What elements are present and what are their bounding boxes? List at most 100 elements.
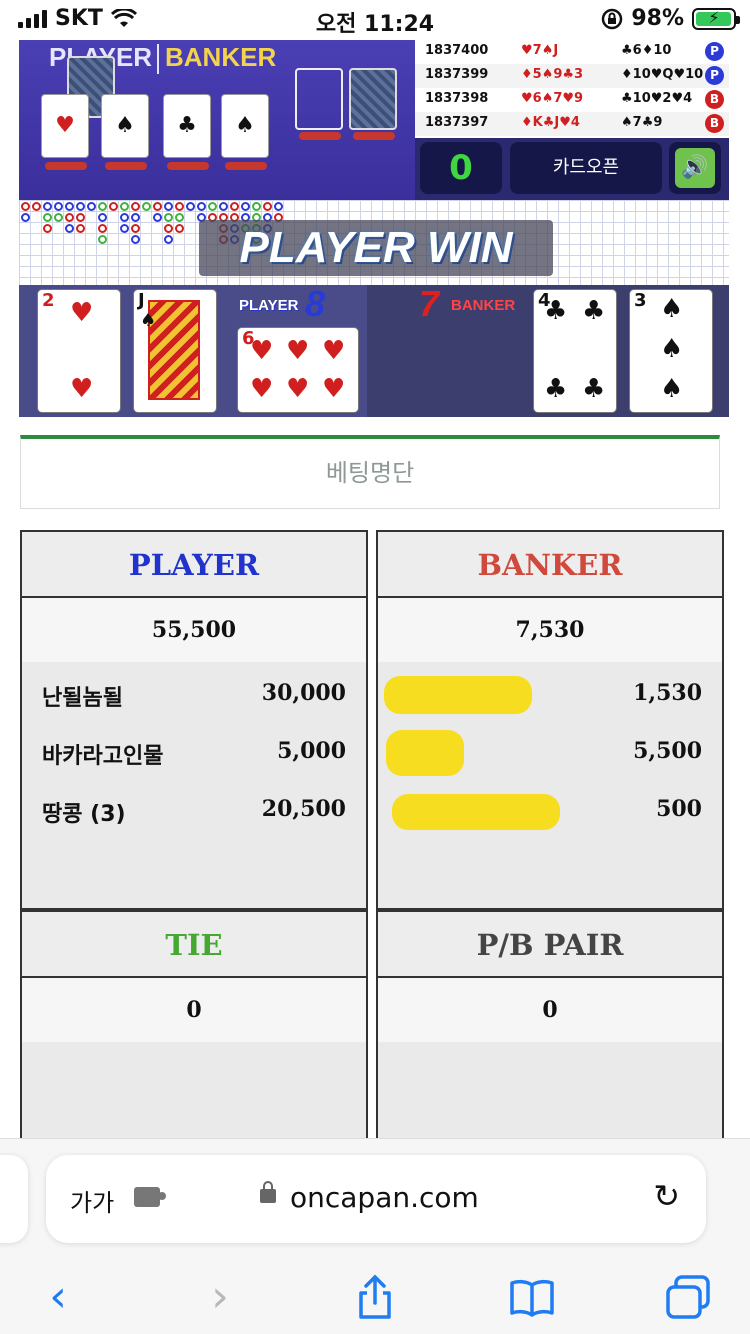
result-history: 1837400 ♥7♠J ♣6♦10 P 1837399 ♦5♠9♣3 ♦10♥… bbox=[415, 40, 729, 138]
address-bar[interactable]: 가가 oncapan.com ↻ bbox=[46, 1155, 706, 1243]
bead-mark bbox=[131, 224, 140, 233]
bead-mark bbox=[120, 224, 129, 233]
player-score: 8 bbox=[305, 283, 326, 324]
banker-bets-list: 1,530 5,500 500 bbox=[378, 662, 722, 836]
table-card-frame bbox=[295, 68, 343, 130]
tie-bets-total: 0 bbox=[22, 978, 366, 1042]
table-divider bbox=[157, 44, 159, 74]
banker-score-label: BANKER bbox=[451, 297, 516, 314]
player-card-3: 6 ♥ ♥ ♥ ♥ ♥ ♥ bbox=[237, 327, 359, 413]
tabs-button[interactable] bbox=[658, 1267, 718, 1327]
status-right: 98% ⚡ bbox=[601, 6, 740, 31]
bookmarks-button[interactable] bbox=[502, 1267, 562, 1327]
player-card-2: J ♠ bbox=[133, 289, 217, 413]
round-counter: 0 bbox=[420, 142, 502, 194]
bead-mark bbox=[76, 202, 85, 211]
forward-button[interactable]: › bbox=[190, 1267, 250, 1327]
bead-mark bbox=[164, 202, 173, 211]
bead-mark bbox=[76, 213, 85, 222]
result-badge: P bbox=[705, 42, 724, 61]
browser-toolbar: 가가 oncapan.com ↻ ‹ › bbox=[0, 1138, 750, 1334]
banker-card-1: 4 ♣ ♣ ♣ ♣ bbox=[533, 289, 617, 413]
history-row: 1837398 ♥6♠7♥9 ♣10♥2♥4 B bbox=[415, 88, 729, 112]
battery-icon: ⚡ bbox=[692, 7, 740, 30]
table-card: ♠ bbox=[221, 94, 269, 158]
result-badge: P bbox=[705, 66, 724, 85]
bead-mark bbox=[175, 224, 184, 233]
card-open-button[interactable]: 카드오픈 bbox=[510, 142, 662, 194]
speaker-icon: 🔊 bbox=[675, 148, 715, 188]
bead-mark bbox=[87, 202, 96, 211]
lock-icon bbox=[260, 1181, 276, 1203]
bet-amount: 5,000 bbox=[277, 738, 346, 764]
redaction-mark bbox=[386, 730, 464, 776]
baccarat-game: PLAYER BANKER ♥ ♠ ♣ ♠ 1837400 ♥7♠J ♣6♦10… bbox=[19, 40, 729, 417]
bead-mark bbox=[65, 202, 74, 211]
card-tray bbox=[105, 162, 147, 170]
bet-amount: 20,500 bbox=[261, 796, 346, 822]
bead-mark bbox=[197, 202, 206, 211]
back-button[interactable]: ‹ bbox=[28, 1267, 88, 1327]
card-tray bbox=[45, 162, 87, 170]
bead-mark bbox=[131, 213, 140, 222]
bead-mark bbox=[252, 202, 261, 211]
status-bar: SKT 오전 11:24 98% ⚡ bbox=[0, 0, 750, 40]
bead-mark bbox=[76, 224, 85, 233]
table-label-banker: BANKER bbox=[165, 42, 277, 72]
result-badge: B bbox=[705, 114, 724, 133]
table-card: ♣ bbox=[163, 94, 211, 158]
bet-row: 땅콩 (3) 20,500 bbox=[22, 778, 366, 836]
bead-mark bbox=[43, 213, 52, 222]
card-tray bbox=[167, 162, 209, 170]
bead-mark bbox=[219, 202, 228, 211]
bead-mark bbox=[208, 202, 217, 211]
redaction-mark bbox=[384, 676, 532, 714]
bead-mark bbox=[54, 213, 63, 222]
bead-mark bbox=[21, 213, 30, 222]
player-hand: 2 ♥ ♥ J ♠ PLAYER 8 6 ♥ ♥ ♥ ♥ ♥ ♥ bbox=[19, 283, 367, 417]
bet-amount: 5,500 bbox=[633, 738, 702, 764]
bead-mark bbox=[43, 224, 52, 233]
orientation-lock-icon bbox=[602, 8, 623, 29]
player-score-label: PLAYER bbox=[239, 297, 299, 314]
pair-bets-total: 0 bbox=[378, 978, 722, 1042]
bead-mark bbox=[98, 224, 107, 233]
bettor-name: 바카라고인물 bbox=[42, 744, 164, 769]
bead-mark bbox=[65, 224, 74, 233]
bet-amount: 30,000 bbox=[261, 680, 346, 706]
bead-mark bbox=[186, 202, 195, 211]
battery-percent: 98% bbox=[631, 6, 684, 31]
banker-card-2: 3 ♠ ♠ ♠ bbox=[629, 289, 713, 413]
reload-icon[interactable]: ↻ bbox=[653, 1177, 680, 1215]
card-tray bbox=[225, 162, 267, 170]
bead-mark bbox=[164, 235, 173, 244]
bead-mark bbox=[120, 202, 129, 211]
history-row: 1837399 ♦5♠9♣3 ♦10♥Q♥10 P bbox=[415, 64, 729, 88]
bead-mark bbox=[164, 224, 173, 233]
share-icon bbox=[359, 1274, 391, 1319]
extension-icon[interactable] bbox=[134, 1187, 166, 1207]
game-controls: 0 카드오픈 🔊 bbox=[415, 138, 729, 200]
bet-row: 500 bbox=[378, 778, 722, 836]
bead-mark bbox=[241, 202, 250, 211]
bet-amount: 1,530 bbox=[633, 680, 702, 706]
bead-mark bbox=[98, 235, 107, 244]
tie-bets-title: TIE bbox=[22, 912, 366, 978]
bet-row: 난될놈될 30,000 bbox=[22, 662, 366, 720]
table-card: ♠ bbox=[101, 94, 149, 158]
result-badge: B bbox=[705, 90, 724, 109]
history-row: 1837397 ♦K♣J♥4 ♠7♣9 B bbox=[415, 112, 729, 136]
previous-tab-preview[interactable] bbox=[0, 1155, 28, 1243]
bead-mark bbox=[153, 202, 162, 211]
betting-list-header: 베팅명단 bbox=[20, 435, 720, 509]
bead-mark bbox=[274, 202, 283, 211]
bet-row: 바카라고인물 5,000 bbox=[22, 720, 366, 778]
bet-amount: 500 bbox=[656, 796, 702, 822]
url-text[interactable]: oncapan.com bbox=[290, 1181, 479, 1214]
text-size-button[interactable]: 가가 bbox=[70, 1183, 114, 1218]
sound-button[interactable]: 🔊 bbox=[669, 142, 721, 194]
share-button[interactable] bbox=[345, 1267, 405, 1327]
table-card: ♥ bbox=[41, 94, 89, 158]
bead-mark bbox=[32, 202, 41, 211]
bet-row: 1,530 bbox=[378, 662, 722, 720]
